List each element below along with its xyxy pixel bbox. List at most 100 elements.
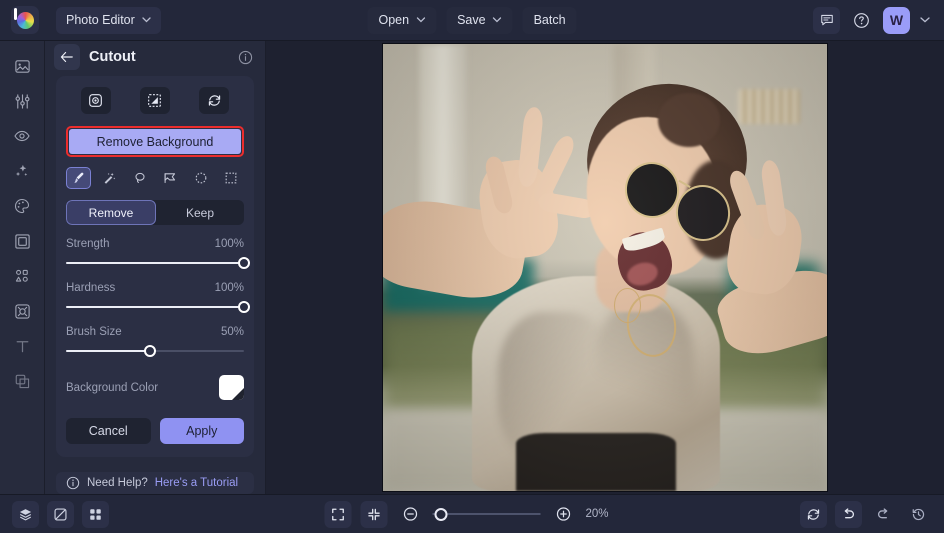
- zoom-out-button[interactable]: [397, 501, 424, 528]
- sparkles-icon: [13, 162, 31, 180]
- sidebar-item-adjust[interactable]: [7, 90, 37, 112]
- compare-icon: [53, 507, 68, 522]
- ellipse-select-tool[interactable]: [188, 167, 213, 189]
- sidebar-item-frame[interactable]: [7, 230, 37, 252]
- brush-size-knob[interactable]: [144, 345, 156, 357]
- remove-background-highlight: Remove Background: [66, 126, 244, 157]
- tutorial-link[interactable]: Here's a Tutorial: [155, 477, 238, 489]
- image-icon: [14, 58, 31, 75]
- cancel-button[interactable]: Cancel: [66, 418, 151, 444]
- rect-select-icon: [224, 171, 238, 185]
- actual-size-button[interactable]: [361, 501, 388, 528]
- strength-label: Strength: [66, 238, 109, 250]
- panel-info-button[interactable]: [238, 50, 253, 65]
- bottom-toolbar: 20%: [0, 494, 944, 533]
- hardness-label: Hardness: [66, 282, 115, 294]
- photo-bg-shelf: [738, 89, 800, 125]
- compare-button[interactable]: [47, 501, 74, 528]
- feedback-button[interactable]: [813, 7, 840, 34]
- hardness-slider[interactable]: [66, 301, 244, 313]
- plus-circle-icon: [555, 506, 571, 522]
- lasso-icon: [133, 171, 147, 185]
- avatar[interactable]: W: [883, 7, 910, 34]
- page-title: Cutout: [89, 49, 229, 65]
- back-button[interactable]: [54, 44, 80, 70]
- zoom-slider[interactable]: [433, 507, 541, 521]
- remove-background-label: Remove Background: [97, 135, 214, 149]
- avatar-initial: W: [890, 12, 903, 28]
- sidebar-item-image[interactable]: [7, 55, 37, 77]
- hardness-label-row: Hardness 100%: [66, 282, 244, 294]
- account-actions: W: [813, 7, 932, 34]
- strength-label-row: Strength 100%: [66, 238, 244, 250]
- bottom-left-tools: [12, 501, 109, 528]
- remove-background-button[interactable]: Remove Background: [69, 129, 241, 154]
- sidebar-item-color[interactable]: [7, 195, 37, 217]
- background-color-row: Background Color: [66, 375, 244, 400]
- save-button[interactable]: Save: [446, 7, 513, 34]
- brush-tool[interactable]: [66, 167, 91, 189]
- zoom-level: 20%: [586, 508, 620, 520]
- grid-button[interactable]: [82, 501, 109, 528]
- magic-wand-icon: [102, 171, 116, 185]
- canvas-viewport[interactable]: [266, 41, 944, 494]
- open-button[interactable]: Open: [367, 7, 436, 34]
- main-body: Cutout: [0, 41, 944, 494]
- canvas-area: [266, 41, 944, 494]
- undo-button[interactable]: [835, 501, 862, 528]
- layers-button[interactable]: [12, 501, 39, 528]
- brush-size-slider[interactable]: [66, 345, 244, 357]
- hardness-knob[interactable]: [238, 301, 250, 313]
- strength-slider[interactable]: [66, 257, 244, 269]
- sidebar-item-retouch[interactable]: [7, 125, 37, 147]
- batch-button[interactable]: Batch: [523, 7, 577, 34]
- reset-button[interactable]: [800, 501, 827, 528]
- cutout-mode-row: [66, 87, 244, 114]
- manual-cutout-button[interactable]: [140, 87, 170, 114]
- sidebar-item-shapes[interactable]: [7, 265, 37, 287]
- magic-wand-tool[interactable]: [97, 167, 122, 189]
- strength-slider-block: Strength 100%: [66, 238, 244, 269]
- background-color-swatch[interactable]: [219, 375, 244, 400]
- cutout-panel: Cutout: [45, 41, 266, 494]
- colorwheel-logo-icon: [17, 12, 34, 29]
- account-menu-button[interactable]: [918, 17, 932, 23]
- sidebar-item-cutout[interactable]: [7, 300, 37, 322]
- auto-cutout-button[interactable]: [81, 87, 111, 114]
- tutorial-bar[interactable]: Need Help? Here's a Tutorial: [56, 472, 254, 494]
- selection-tool-row: [66, 167, 244, 189]
- sidebar-item-overlay[interactable]: [7, 370, 37, 392]
- rect-select-tool[interactable]: [219, 167, 244, 189]
- apply-button[interactable]: Apply: [160, 418, 245, 444]
- brush-size-fill: [66, 350, 150, 352]
- history-button[interactable]: [905, 501, 932, 528]
- zoom-slider-knob[interactable]: [435, 508, 448, 521]
- reset-cutout-button[interactable]: [199, 87, 229, 114]
- layers-icon: [18, 507, 33, 522]
- manual-cutout-icon: [147, 93, 162, 108]
- brush-size-value: 50%: [221, 326, 244, 338]
- lasso-tool[interactable]: [127, 167, 152, 189]
- polygon-lasso-tool[interactable]: [158, 167, 183, 189]
- sidebar-item-effects[interactable]: [7, 160, 37, 182]
- sidebar-item-text[interactable]: [7, 335, 37, 357]
- auto-cutout-icon: [88, 93, 103, 108]
- cutout-controls-card: Remove Background: [56, 76, 254, 457]
- remove-mode-button[interactable]: Remove: [66, 200, 156, 225]
- mode-selector[interactable]: Photo Editor: [56, 7, 161, 34]
- app-logo[interactable]: [11, 6, 39, 34]
- keep-mode-button[interactable]: Keep: [156, 200, 244, 225]
- edited-photo[interactable]: [383, 44, 827, 491]
- collapse-icon: [367, 507, 382, 522]
- fit-to-screen-button[interactable]: [325, 501, 352, 528]
- hardness-slider-block: Hardness 100%: [66, 282, 244, 313]
- question-circle-icon: [853, 12, 870, 29]
- expand-icon: [331, 507, 346, 522]
- refresh-icon: [806, 507, 821, 522]
- strength-knob[interactable]: [238, 257, 250, 269]
- brush-icon: [72, 171, 86, 185]
- zoom-in-button[interactable]: [550, 501, 577, 528]
- brush-size-slider-block: Brush Size 50%: [66, 326, 244, 357]
- help-button[interactable]: [848, 7, 875, 34]
- redo-button[interactable]: [870, 501, 897, 528]
